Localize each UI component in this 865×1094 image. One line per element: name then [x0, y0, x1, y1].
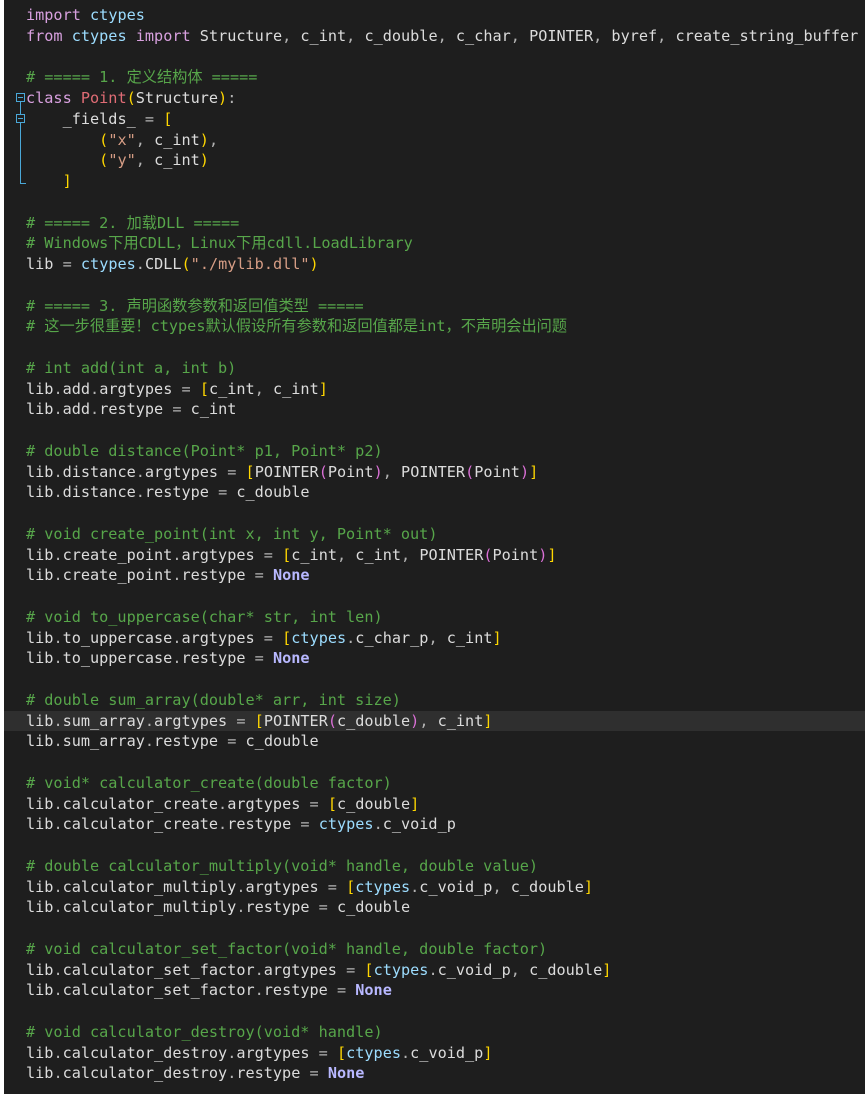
code-line[interactable]: lib.calculator_create.restype = ctypes.c…	[26, 814, 865, 835]
code-line[interactable]: ​	[26, 192, 865, 213]
code-line[interactable]: # 这一步很重要！ctypes默认假设所有参数和返回值都是int，不声明会出问题	[26, 316, 865, 337]
fold-toggle-list-icon[interactable]	[16, 114, 25, 123]
code-line[interactable]: import ctypes	[26, 5, 865, 26]
code-line[interactable]: lib.calculator_multiply.argtypes = [ctyp…	[26, 877, 865, 898]
code-line[interactable]: ​	[26, 835, 865, 856]
fold-guide-line	[20, 123, 21, 183]
code-line[interactable]: ​	[26, 337, 865, 358]
code-line[interactable]: lib.create_point.restype = None	[26, 565, 865, 586]
code-line[interactable]: lib.distance.restype = c_double	[26, 482, 865, 503]
code-line[interactable]: lib.sum_array.restype = c_double	[26, 731, 865, 752]
code-line[interactable]: lib.create_point.argtypes = [c_int, c_in…	[26, 545, 865, 566]
code-line[interactable]: ​	[26, 503, 865, 524]
code-line[interactable]: lib.to_uppercase.argtypes = [ctypes.c_ch…	[26, 628, 865, 649]
code-line[interactable]: # ===== 3. 声明函数参数和返回值类型 =====	[26, 296, 865, 317]
code-line[interactable]: lib.calculator_set_factor.argtypes = [ct…	[26, 960, 865, 981]
code-line[interactable]: lib.calculator_set_factor.restype = None	[26, 980, 865, 1001]
code-line[interactable]: ​	[26, 669, 865, 690]
code-line[interactable]: # void to_uppercase(char* str, int len)	[26, 607, 865, 628]
code-line[interactable]: # ===== 2. 加载DLL =====	[26, 213, 865, 234]
code-line[interactable]: lib.calculator_destroy.argtypes = [ctype…	[26, 1043, 865, 1064]
fold-toggle-class-icon[interactable]	[16, 93, 25, 102]
code-line[interactable]: lib.add.restype = c_int	[26, 399, 865, 420]
code-line[interactable]: _fields_ = [	[26, 109, 865, 130]
code-line[interactable]: # void* calculator_create(double factor)	[26, 773, 865, 794]
code-line[interactable]: lib.calculator_destroy.restype = None	[26, 1063, 865, 1084]
current-code-line[interactable]: lib.sum_array.argtypes = [POINTER(c_doub…	[4, 710, 865, 732]
code-line[interactable]: ​	[26, 275, 865, 296]
code-line[interactable]: lib.to_uppercase.restype = None	[26, 648, 865, 669]
code-line[interactable]: # ===== 1. 定义结构体 =====	[26, 67, 865, 88]
code-line[interactable]: # void calculator_set_factor(void* handl…	[26, 939, 865, 960]
code-line[interactable]: # void create_point(int x, int y, Point*…	[26, 524, 865, 545]
code-line[interactable]: from ctypes import Structure, c_int, c_d…	[26, 26, 865, 47]
code-line[interactable]: class Point(Structure):	[26, 88, 865, 109]
code-line[interactable]: # double distance(Point* p1, Point* p2)	[26, 441, 865, 462]
code-line[interactable]: ("y", c_int)	[26, 150, 865, 171]
code-line[interactable]: lib.calculator_create.argtypes = [c_doub…	[26, 794, 865, 815]
code-line[interactable]: lib.calculator_multiply.restype = c_doub…	[26, 897, 865, 918]
code-line[interactable]: # void calculator_destroy(void* handle)	[26, 1022, 865, 1043]
code-line[interactable]: # int add(int a, int b)	[26, 358, 865, 379]
code-line[interactable]: ]	[26, 171, 865, 192]
code-area[interactable]: import ctypes from ctypes import Structur…	[4, 5, 865, 1084]
code-editor[interactable]: import ctypes from ctypes import Structur…	[0, 0, 865, 1094]
code-line[interactable]: ​	[26, 1001, 865, 1022]
code-line[interactable]: # double sum_array(double* arr, int size…	[26, 690, 865, 711]
code-line[interactable]: ​	[26, 752, 865, 773]
code-line[interactable]: lib.distance.argtypes = [POINTER(Point),…	[26, 462, 865, 483]
fold-gutter	[8, 0, 26, 1094]
code-line[interactable]: ​	[26, 586, 865, 607]
code-line[interactable]: ​	[26, 47, 865, 68]
code-line[interactable]: # double calculator_multiply(void* handl…	[26, 856, 865, 877]
code-line[interactable]: lib = ctypes.CDLL("./mylib.dll")	[26, 254, 865, 275]
editor-top-edge	[4, 0, 865, 3]
fold-guide-line	[20, 102, 21, 114]
code-line[interactable]: # Windows下用CDLL，Linux下用cdll.LoadLibrary	[26, 233, 865, 254]
code-line[interactable]: ​	[26, 420, 865, 441]
code-line[interactable]: lib.add.argtypes = [c_int, c_int]	[26, 379, 865, 400]
code-line[interactable]: ("x", c_int),	[26, 130, 865, 151]
code-line[interactable]: ​	[26, 918, 865, 939]
